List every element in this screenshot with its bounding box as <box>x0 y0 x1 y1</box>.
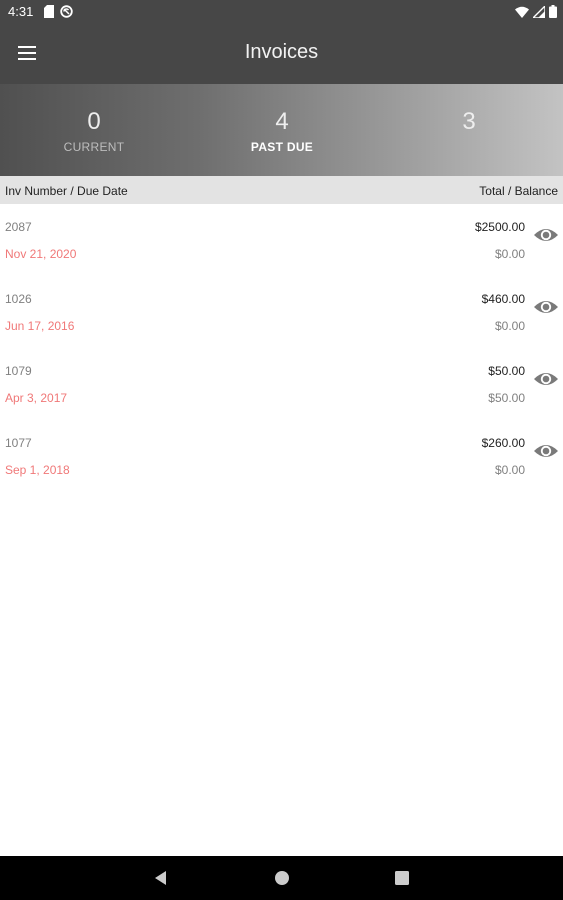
back-icon <box>155 871 166 885</box>
recents-icon <box>395 871 409 885</box>
invoice-total: $2500.00 <box>474 220 525 234</box>
view-invoice-button[interactable] <box>533 368 559 390</box>
invoice-due-date: Sep 1, 2018 <box>5 463 70 477</box>
eye-icon <box>534 373 558 385</box>
invoice-balance: $0.00 <box>494 463 525 477</box>
status-bar: 4:31 <box>0 0 563 24</box>
invoice-total: $460.00 <box>481 292 525 306</box>
signal-icon <box>533 5 545 18</box>
app-bar: Invoices <box>0 24 563 84</box>
tab-third[interactable]: 3 <box>375 84 563 176</box>
table-header: Inv Number / Due Date Total / Balance <box>0 176 563 204</box>
view-invoice-button[interactable] <box>533 224 559 246</box>
invoice-number: 1077 <box>5 436 32 450</box>
eye-icon <box>534 229 558 241</box>
past-due-count: 4 <box>275 108 289 135</box>
invoice-number: 2087 <box>5 220 32 234</box>
invoice-due-date: Apr 3, 2017 <box>5 391 68 405</box>
tab-current[interactable]: 0 CURRENT <box>0 84 188 176</box>
wifi-icon <box>515 6 529 18</box>
invoice-list: 2087 Nov 21, 2020 $2500.00 $0.00 1026 Ju… <box>0 204 563 492</box>
eye-icon <box>534 301 558 313</box>
back-button[interactable] <box>151 868 171 888</box>
invoice-total: $260.00 <box>481 436 525 450</box>
invoice-row[interactable]: 1026 Jun 17, 2016 $460.00 $0.00 <box>0 276 563 348</box>
view-invoice-button[interactable] <box>533 440 559 462</box>
invoice-balance: $0.00 <box>494 247 525 261</box>
current-count: 0 <box>87 108 101 135</box>
page-title: Invoices <box>244 41 319 63</box>
invoice-row[interactable]: 1077 Sep 1, 2018 $260.00 $0.00 <box>0 420 563 492</box>
battery-icon <box>549 5 557 18</box>
current-label: CURRENT <box>63 140 125 154</box>
sd-card-icon <box>44 5 54 18</box>
system-nav-bar <box>0 856 563 900</box>
invoice-due-date: Jun 17, 2016 <box>5 319 75 333</box>
past-due-label: PAST DUE <box>250 140 314 154</box>
home-button[interactable] <box>272 868 292 888</box>
invoice-due-date: Nov 21, 2020 <box>5 247 77 261</box>
invoice-summary: 0 CURRENT 4 PAST DUE 3 <box>0 84 563 176</box>
invoice-balance: $0.00 <box>494 319 525 333</box>
view-invoice-button[interactable] <box>533 296 559 318</box>
header-total-balance: Total / Balance <box>479 184 558 198</box>
third-count: 3 <box>462 108 476 135</box>
invoice-total: $50.00 <box>488 364 525 378</box>
eye-icon <box>534 445 558 457</box>
invoice-balance: $50.00 <box>488 391 525 405</box>
status-time: 4:31 <box>8 4 34 19</box>
tab-past-due[interactable]: 4 PAST DUE <box>188 84 376 176</box>
sync-icon <box>60 5 73 18</box>
invoice-row[interactable]: 1079 Apr 3, 2017 $50.00 $50.00 <box>0 348 563 420</box>
invoice-number: 1079 <box>5 364 32 378</box>
invoice-number: 1026 <box>5 292 32 306</box>
header-inv-number-due-date: Inv Number / Due Date <box>5 184 128 198</box>
recents-button[interactable] <box>392 868 412 888</box>
invoice-row[interactable]: 2087 Nov 21, 2020 $2500.00 $0.00 <box>0 204 563 276</box>
home-icon <box>275 871 289 885</box>
